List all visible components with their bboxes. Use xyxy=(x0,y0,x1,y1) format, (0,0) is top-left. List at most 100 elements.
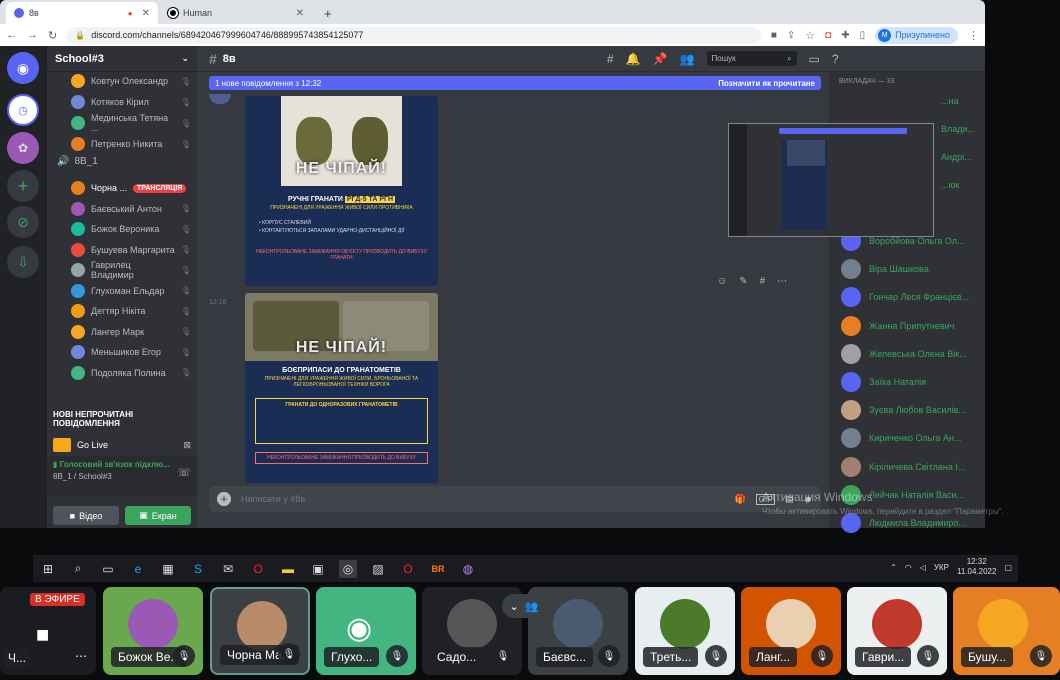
screen-share-preview[interactable] xyxy=(728,123,934,237)
bell-icon[interactable]: 🔔 xyxy=(626,52,641,66)
threads-icon[interactable]: # xyxy=(607,52,614,66)
share-icon[interactable]: ⇪ xyxy=(787,30,795,41)
voice-user[interactable]: Ковтун Олександр 🎙 xyxy=(71,72,191,90)
participants-toggle[interactable]: ⌄ 👥 xyxy=(502,594,546,618)
member-row[interactable]: Кириченко Ольга Ан... xyxy=(841,427,981,449)
photos-icon[interactable]: ▨ xyxy=(369,560,387,578)
puzzle-icon[interactable]: ✚ xyxy=(841,30,849,41)
image-attachment-launchers[interactable]: НЕ ЧІПАЙ! БОЄПРИПАСИ ДО ГРАНАТОМЕТІВ ПРИ… xyxy=(245,293,438,483)
mail-icon[interactable]: ✉ xyxy=(219,560,237,578)
back-icon[interactable]: ← xyxy=(6,29,17,41)
notifications-icon[interactable]: ▢ xyxy=(1004,563,1012,572)
search-icon[interactable]: ⌕ xyxy=(69,560,87,578)
extension-icon[interactable]: ◘ xyxy=(825,30,831,41)
edit-icon[interactable]: ✎ xyxy=(739,276,747,287)
mark-read-link[interactable]: Позначити як прочитане xyxy=(718,79,815,88)
explore-icon[interactable]: ⊘ xyxy=(7,206,39,238)
voice-user[interactable]: Подоляка Полина 🎙 xyxy=(71,364,191,382)
video-button[interactable]: ■ Відео xyxy=(53,506,119,525)
participant-tile[interactable]: ◉ Глухо... 🎙 xyxy=(316,587,416,675)
voice-user[interactable]: Божок Вероника 🎙 xyxy=(71,220,191,238)
discord-home-icon[interactable]: ◉ xyxy=(7,52,39,84)
url-field[interactable]: 🔒 discord.com/channels/68942046799960474… xyxy=(67,26,761,44)
thread-icon[interactable]: # xyxy=(760,276,766,287)
server-school-icon[interactable]: ◷ xyxy=(7,94,39,126)
download-icon[interactable]: ⇩ xyxy=(7,246,39,278)
server-flower-icon[interactable]: ✿ xyxy=(7,132,39,164)
search-input[interactable]: Пошук ⌕ xyxy=(706,51,797,66)
volume-icon[interactable]: ◁ xyxy=(920,563,926,572)
add-attachment-icon[interactable]: + xyxy=(217,492,231,506)
member-row[interactable]: Гончар Леся Францієв... xyxy=(841,286,981,308)
forward-icon[interactable]: → xyxy=(27,29,38,41)
member-row[interactable]: Кіріличева Світлана І... xyxy=(841,456,981,478)
participant-tile[interactable]: Ланг... 🎙 xyxy=(741,587,841,675)
voice-user[interactable]: Гаврилец Владимир 🎙 xyxy=(71,260,191,280)
voice-user[interactable]: Бушуева Маргарита 🎙 xyxy=(71,241,191,259)
profile-paused-button[interactable]: M Призупинено xyxy=(875,26,958,44)
sidepanel-icon[interactable]: ▯ xyxy=(860,30,866,41)
app-br-icon[interactable]: BR xyxy=(429,560,447,578)
more-icon[interactable]: ⋯ xyxy=(777,276,787,287)
voice-user[interactable]: Баєвський Антон 🎙 xyxy=(71,200,191,218)
inbox-icon[interactable]: ▭ xyxy=(809,52,820,66)
close-tab-icon[interactable]: ✕ xyxy=(142,8,150,19)
voice-user[interactable]: Дегтяр Нікіта 🎙 xyxy=(71,302,191,320)
close-tab-icon[interactable]: ✕ xyxy=(296,8,304,19)
star-icon[interactable]: ☆ xyxy=(805,29,815,42)
member-row[interactable]: Заїка Наталія xyxy=(841,371,981,393)
windows-start-icon[interactable]: ⊞ xyxy=(39,560,57,578)
task-view-icon[interactable]: ▭ xyxy=(99,560,117,578)
member-row-partial[interactable]: Влади... xyxy=(941,118,985,140)
message-input[interactable]: + Написати у #8в 🎁 GIF ▤ ☻ xyxy=(209,486,821,512)
member-row[interactable]: Желевська Олена Вік... xyxy=(841,343,981,365)
new-unread-banner[interactable]: НОВІ НЕПРОЧИТАНІ ПОВІДОМЛЕННЯ xyxy=(47,410,197,428)
pin-icon[interactable]: 📌 xyxy=(653,52,668,66)
add-server-icon[interactable]: + xyxy=(7,170,39,202)
participant-tile[interactable]: Чорна Ма... 🎙 xyxy=(210,587,310,675)
voice-user[interactable]: Лангер Марк 🎙 xyxy=(71,323,191,341)
participant-tile[interactable]: Божок Ве... 🎙 xyxy=(103,587,203,675)
member-row[interactable]: Зуєва Любов Василів... xyxy=(841,399,981,421)
member-row[interactable]: Віра Шашкова xyxy=(841,258,981,280)
voice-user[interactable]: Глухоман Ельдар 🎙 xyxy=(71,282,191,300)
reload-icon[interactable]: ↻ xyxy=(48,29,57,42)
image-attachment-grenades[interactable]: НЕ ЧІПАЙ! РУЧНІ ГРАНАТИ РГД-5 ТА РГН ПРИ… xyxy=(245,96,438,286)
gift-icon[interactable]: 🎁 xyxy=(734,494,745,505)
new-messages-banner[interactable]: 1 нове повідомлення з 12:32 Позначити як… xyxy=(209,76,821,90)
participant-tile[interactable]: Гаври... 🎙 xyxy=(847,587,947,675)
member-row-partial[interactable]: Андрі... xyxy=(941,146,985,168)
new-tab-button[interactable]: + xyxy=(316,2,338,24)
member-row-partial[interactable]: ...юк xyxy=(941,174,985,196)
opera-icon[interactable]: O xyxy=(249,560,267,578)
stop-stream-icon[interactable]: ⊠ xyxy=(183,440,191,451)
help-icon[interactable]: ? xyxy=(832,52,839,66)
folder-icon[interactable]: ▬ xyxy=(279,560,297,578)
voice-user[interactable]: Котяков Кірил 🎙 xyxy=(71,93,191,111)
voice-user[interactable]: Мединська Тетяна ... 🎙 xyxy=(71,113,191,133)
tray-arrow-icon[interactable]: ⌃ xyxy=(890,563,897,572)
member-row-partial[interactable]: ...на xyxy=(941,90,985,112)
chrome-icon[interactable]: ◎ xyxy=(339,559,357,578)
disconnect-icon[interactable]: ☏ xyxy=(177,466,191,479)
add-reaction-icon[interactable]: ☺ xyxy=(717,276,727,287)
language-indicator[interactable]: УКР xyxy=(934,563,949,572)
edge-icon[interactable]: e xyxy=(129,560,147,578)
menu-dots-icon[interactable]: ⋮ xyxy=(968,29,979,42)
skype-icon[interactable]: S xyxy=(189,560,207,578)
participant-tile[interactable]: Бушу... 🎙 xyxy=(953,587,1060,675)
members-icon[interactable]: 👥 xyxy=(680,52,695,66)
go-live-row[interactable]: Go Live ⊠ xyxy=(47,435,197,455)
clock[interactable]: 12:32 11.04.2022 xyxy=(957,557,996,577)
voice-user[interactable]: Петренко Никита 🎙 xyxy=(71,135,191,153)
tab-human[interactable]: Human ✕ xyxy=(160,2,312,24)
participant-tile[interactable]: Треть... 🎙 xyxy=(635,587,735,675)
opera-gx-icon[interactable]: O xyxy=(399,560,417,578)
tab-8v[interactable]: 8в ● ✕ xyxy=(6,2,158,24)
voice-channel[interactable]: 🔊 8В_1 xyxy=(57,156,98,167)
app-icon[interactable]: ▣ xyxy=(309,560,327,578)
voice-user[interactable]: Чорна ... ТРАНСЛЯЦІЯ xyxy=(71,179,191,197)
server-header[interactable]: School#3 ⌄ xyxy=(47,46,197,72)
app-purple-icon[interactable]: ◍ xyxy=(459,560,477,578)
more-options-icon[interactable]: ⋯ xyxy=(70,645,92,667)
